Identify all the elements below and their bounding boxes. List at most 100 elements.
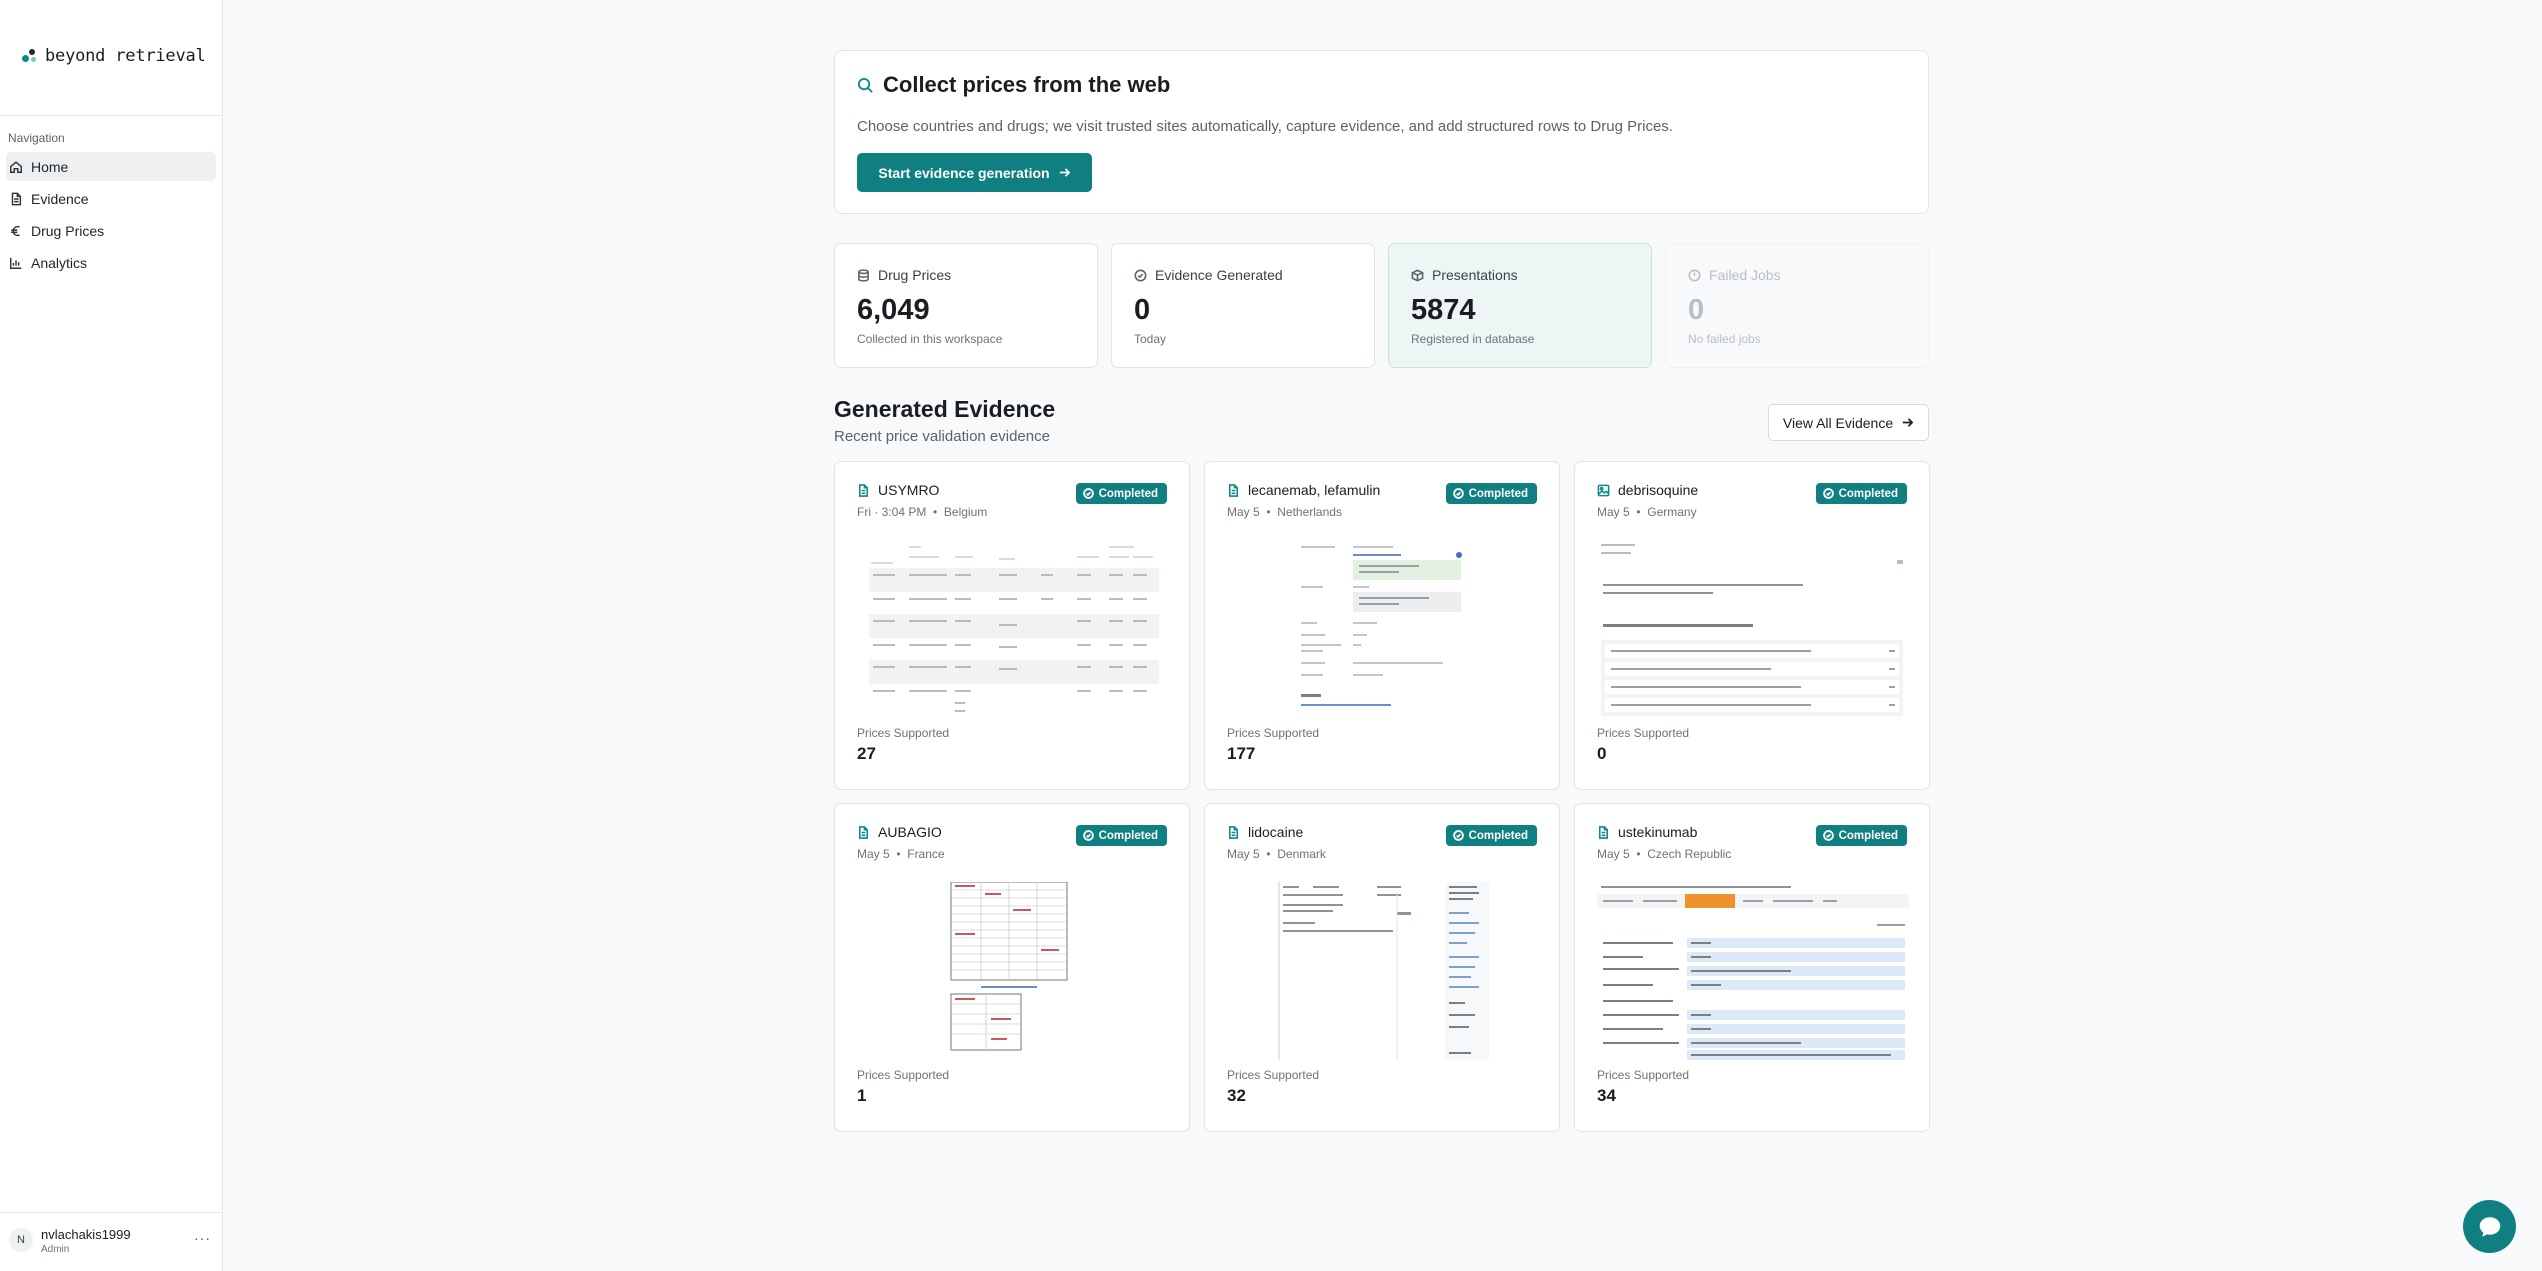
evidence-card-debrisoquine[interactable]: debrisoquine May 5 • Germany Completed P… <box>1574 461 1930 790</box>
card-meta: May 5 • Czech Republic <box>1597 847 1732 861</box>
logo-mark-icon <box>22 48 38 64</box>
sidebar-item-drug-prices[interactable]: Drug Prices <box>6 216 216 245</box>
image-icon <box>1597 484 1610 496</box>
avatar[interactable]: N <box>9 1228 33 1252</box>
status-badge: Completed <box>1075 483 1167 504</box>
card-title: ustekinumab <box>1618 824 1698 840</box>
evidence-screenshot-thumbnail[interactable] <box>869 540 1159 718</box>
check-circle-icon <box>1134 269 1147 281</box>
chat-bubble-icon <box>2479 1216 2500 1237</box>
stat-value: 5874 <box>1411 294 1476 326</box>
document-icon <box>1598 825 1609 839</box>
stat-label: Drug Prices <box>878 267 952 283</box>
bar-chart-icon <box>10 257 22 269</box>
sidebar-item-analytics[interactable]: Analytics <box>6 248 216 277</box>
stat-sub: Registered in database <box>1411 332 1535 346</box>
stat-value: 0 <box>1134 294 1151 326</box>
prices-supported-label: Prices Supported <box>1597 1068 1690 1082</box>
check-circle-icon <box>1082 488 1094 499</box>
view-all-evidence-button[interactable]: View All Evidence <box>1768 404 1929 441</box>
hero-title: Collect prices from the web <box>857 72 1170 98</box>
collect-prices-panel: Collect prices from the web Choose count… <box>834 50 1929 214</box>
stat-card-drug-prices[interactable]: Drug Prices 6,049 Collected in this work… <box>834 243 1098 368</box>
stat-label: Failed Jobs <box>1709 267 1781 283</box>
status-badge: Completed <box>1075 825 1167 846</box>
prices-supported-label: Prices Supported <box>1227 1068 1320 1082</box>
evidence-card-lecanemab-lefamulin[interactable]: lecanemab, lefamulin May 5 • Netherlands… <box>1204 461 1560 790</box>
status-badge: Completed <box>1445 825 1537 846</box>
user-role: Admin <box>41 1244 70 1255</box>
document-icon <box>858 825 869 839</box>
hero-description: Choose countries and drugs; we visit tru… <box>857 118 1673 135</box>
check-circle-icon <box>1452 830 1464 841</box>
evidence-card-usymro[interactable]: USYMRO Fri · 3:04 PM • Belgium Completed… <box>834 461 1190 790</box>
user-menu-button[interactable]: ··· <box>194 1230 211 1246</box>
card-meta: Fri · 3:04 PM • Belgium <box>857 505 988 519</box>
sidebar-item-home[interactable]: Home <box>6 152 216 181</box>
nav-heading: Navigation <box>8 131 65 145</box>
prices-supported-label: Prices Supported <box>857 1068 950 1082</box>
sidebar-divider <box>0 115 222 116</box>
card-title: lidocaine <box>1248 824 1304 840</box>
document-icon <box>1228 483 1239 497</box>
home-icon <box>10 160 22 173</box>
brand-logo[interactable]: beyond retrieval <box>22 46 206 66</box>
evidence-screenshot-thumbnail[interactable] <box>1597 882 1909 1060</box>
user-name: nvlachakis1999 <box>41 1227 131 1242</box>
card-meta: May 5 • France <box>857 847 945 861</box>
document-icon <box>1228 825 1239 839</box>
stat-card-failed-jobs[interactable]: Failed Jobs 0 No failed jobs <box>1665 243 1929 368</box>
stat-label: Presentations <box>1432 267 1518 283</box>
stats-row: Drug Prices 6,049 Collected in this work… <box>834 243 1929 368</box>
prices-supported-label: Prices Supported <box>1597 726 1690 740</box>
start-evidence-generation-button[interactable]: Start evidence generation <box>857 153 1092 192</box>
evidence-card-aubagio[interactable]: AUBAGIO May 5 • France Completed Prices … <box>834 803 1190 1132</box>
card-title: lecanemab, lefamulin <box>1248 482 1381 498</box>
sidebar-item-label: Drug Prices <box>31 222 105 239</box>
stat-value: 6,049 <box>857 294 930 326</box>
prices-supported-value: 27 <box>857 744 876 763</box>
evidence-card-ustekinumab[interactable]: ustekinumab May 5 • Czech Republic Compl… <box>1574 803 1930 1132</box>
evidence-screenshot-thumbnail[interactable] <box>1597 540 1909 718</box>
card-meta: May 5 • Denmark <box>1227 847 1326 861</box>
section-subtitle: Recent price validation evidence <box>834 428 1050 445</box>
stat-sub: No failed jobs <box>1688 332 1761 346</box>
sidebar-item-label: Analytics <box>31 254 88 271</box>
check-circle-icon <box>1822 830 1834 841</box>
arrow-right-icon <box>1059 168 1070 177</box>
euro-icon <box>11 225 20 236</box>
prices-supported-label: Prices Supported <box>857 726 950 740</box>
brand-name: beyond retrieval <box>45 46 206 66</box>
prices-supported-value: 0 <box>1597 744 1607 763</box>
stat-sub: Today <box>1134 332 1167 346</box>
arrow-right-icon <box>1902 418 1914 427</box>
stat-card-presentations[interactable]: Presentations 5874 Registered in databas… <box>1388 243 1652 368</box>
status-badge: Completed <box>1445 483 1537 504</box>
card-meta: May 5 • Germany <box>1597 505 1697 519</box>
sidebar-item-evidence[interactable]: Evidence <box>6 184 216 213</box>
evidence-screenshot-thumbnail[interactable] <box>1277 882 1489 1060</box>
prices-supported-value: 1 <box>857 1086 867 1105</box>
check-circle-icon <box>1452 488 1464 499</box>
stat-card-evidence-generated[interactable]: Evidence Generated 0 Today <box>1111 243 1375 368</box>
prices-supported-value: 177 <box>1227 744 1256 763</box>
document-icon <box>11 192 22 205</box>
sidebar-item-label: Evidence <box>31 190 89 207</box>
user-bar: N nvlachakis1999 Admin ··· <box>0 1212 222 1271</box>
card-title: AUBAGIO <box>878 824 942 840</box>
alert-circle-icon <box>1688 269 1701 281</box>
database-icon <box>858 268 869 282</box>
section-title: Generated Evidence <box>834 396 1056 422</box>
sidebar: beyond retrieval Navigation Home Evidenc… <box>0 0 223 1271</box>
prices-supported-value: 32 <box>1227 1086 1246 1105</box>
evidence-screenshot-thumbnail[interactable] <box>907 882 1119 1060</box>
evidence-screenshot-thumbnail[interactable] <box>1297 540 1467 718</box>
card-meta: May 5 • Netherlands <box>1227 505 1342 519</box>
stat-sub: Collected in this workspace <box>857 332 1003 346</box>
evidence-card-lidocaine[interactable]: lidocaine May 5 • Denmark Completed Pric… <box>1204 803 1560 1132</box>
card-title: USYMRO <box>878 482 940 498</box>
sidebar-nav: Home Evidence Drug Prices Analytics <box>0 152 222 280</box>
package-icon <box>1411 269 1424 281</box>
chat-support-button[interactable] <box>2463 1200 2516 1253</box>
prices-supported-value: 34 <box>1597 1086 1616 1105</box>
